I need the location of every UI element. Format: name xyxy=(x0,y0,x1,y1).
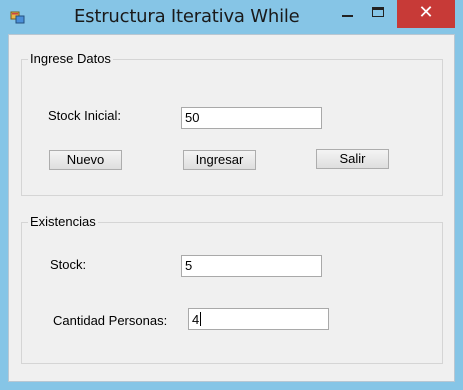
stock-inicial-input[interactable]: 50 xyxy=(181,107,322,129)
existencias-group: Existencias xyxy=(21,214,443,364)
stock-label: Stock: xyxy=(50,257,87,272)
window-title: Estructura Iterativa While xyxy=(74,6,300,27)
ingresar-button[interactable]: Ingresar xyxy=(183,150,256,170)
ingrese-datos-group-label: Ingrese Datos xyxy=(28,51,113,66)
title-bar[interactable]: Estructura Iterativa While ✕ xyxy=(0,0,463,34)
text-caret xyxy=(200,312,202,326)
salir-button[interactable]: Salir xyxy=(316,149,389,169)
maximize-button[interactable] xyxy=(364,0,394,26)
cantidad-personas-output[interactable]: 4 xyxy=(188,308,329,330)
app-window-icon xyxy=(10,11,25,24)
maximize-icon xyxy=(372,7,384,17)
app-window: Estructura Iterativa While ✕ Ingrese Dat… xyxy=(0,0,463,390)
minimize-button[interactable] xyxy=(333,0,363,26)
minimize-icon xyxy=(342,15,353,17)
stock-output[interactable]: 5 xyxy=(181,255,322,277)
existencias-group-label: Existencias xyxy=(28,214,98,229)
stock-inicial-label: Stock Inicial: xyxy=(48,108,121,123)
cantidad-personas-value: 4 xyxy=(192,312,200,327)
close-button[interactable]: ✕ xyxy=(397,0,455,28)
close-icon: ✕ xyxy=(418,2,434,23)
cantidad-personas-label: Cantidad Personas: xyxy=(53,313,168,328)
form-client-area: Ingrese Datos Stock Inicial: 50 Nuevo In… xyxy=(8,34,455,382)
nuevo-button[interactable]: Nuevo xyxy=(49,150,122,170)
